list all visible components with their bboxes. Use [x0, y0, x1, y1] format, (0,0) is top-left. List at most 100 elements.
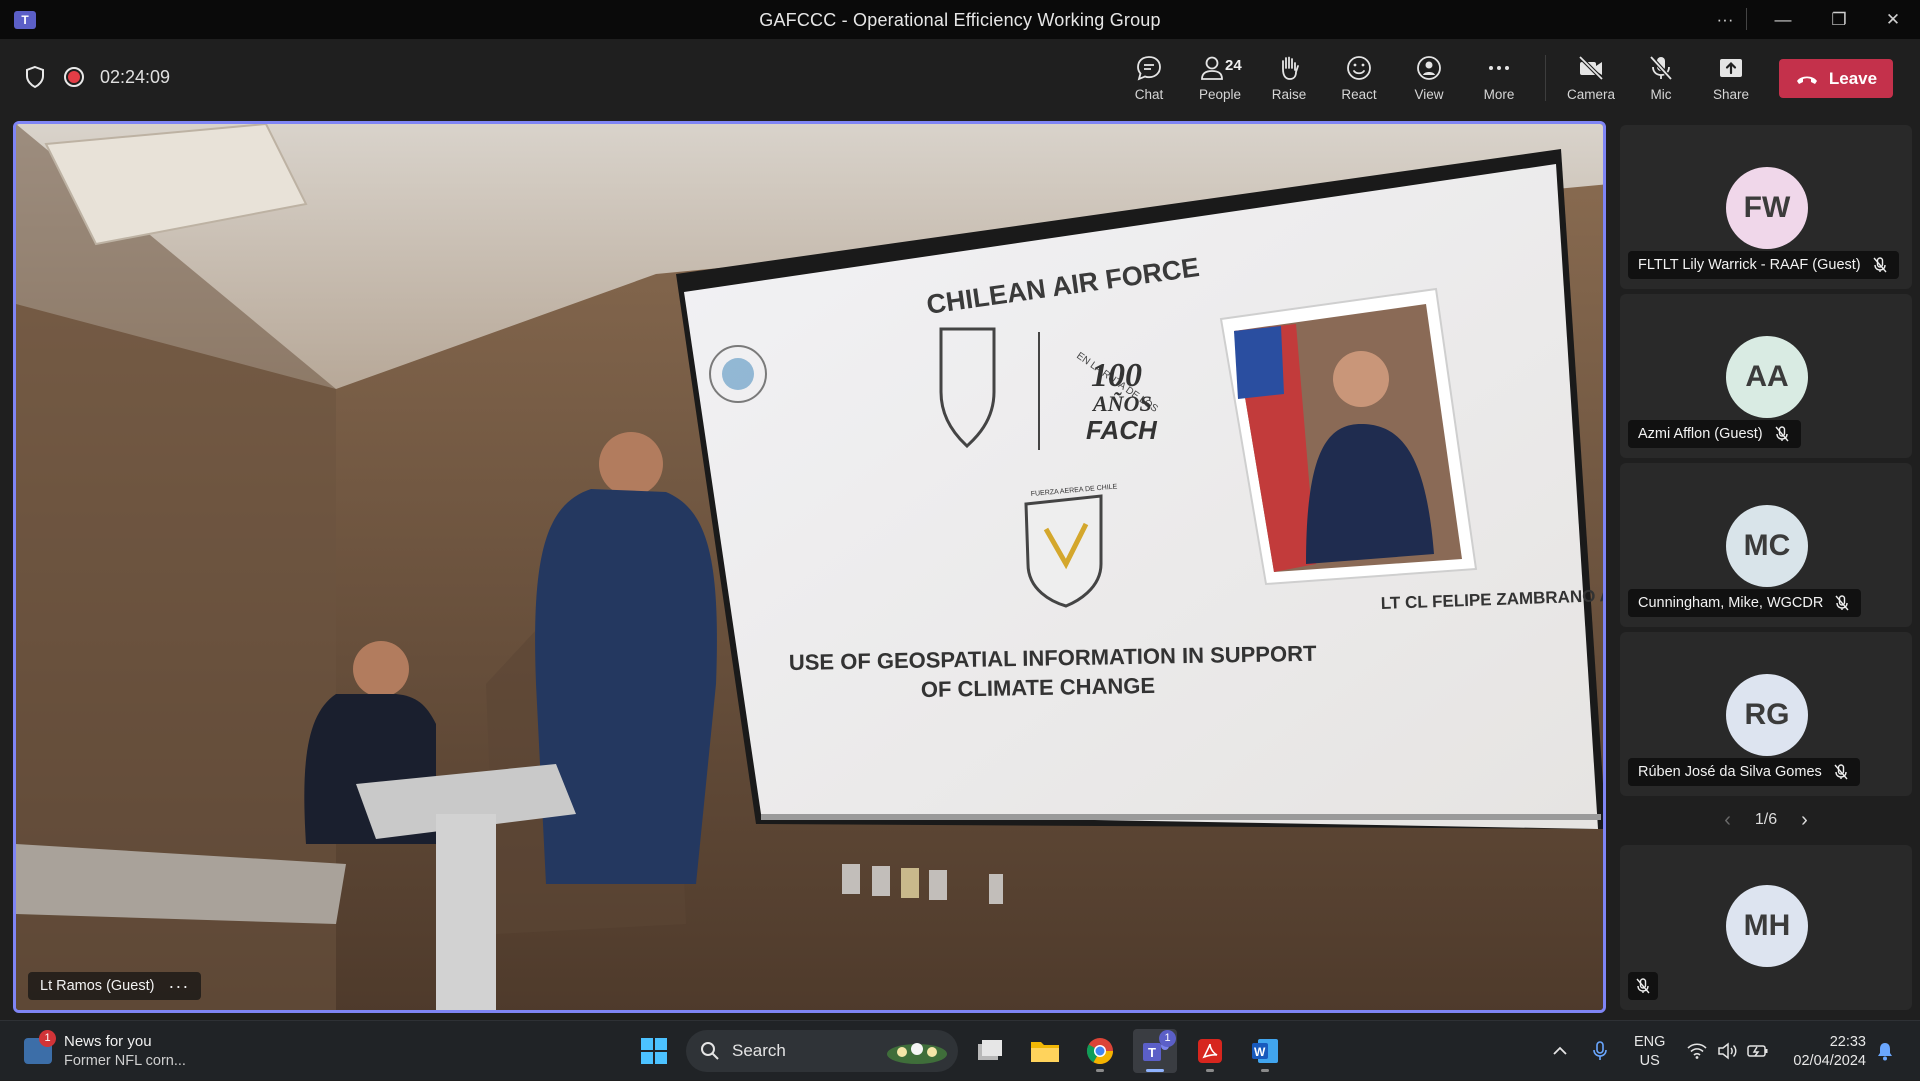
- taskbar-search[interactable]: Search: [686, 1030, 958, 1072]
- participant-tile[interactable]: FW FLTLT Lily Warrick - RAAF (Guest): [1620, 125, 1912, 289]
- main-video-stage[interactable]: CHILEAN AIR FORCE LT CL FELIPE ZAMBRANO …: [13, 121, 1606, 1013]
- view-button[interactable]: View: [1398, 53, 1460, 109]
- wifi-icon: [1687, 1043, 1707, 1059]
- file-explorer-button[interactable]: [1023, 1029, 1067, 1073]
- view-label: View: [1414, 87, 1444, 102]
- word-button[interactable]: W: [1243, 1029, 1287, 1073]
- teams-badge: 1: [1159, 1030, 1176, 1047]
- meeting-timer: 02:24:09: [100, 67, 171, 87]
- people-button[interactable]: 24 People: [1188, 53, 1252, 109]
- avatar: MC: [1726, 505, 1808, 587]
- clock-time: 22:33: [1829, 1034, 1866, 1050]
- shield-icon[interactable]: [24, 65, 46, 89]
- language-indicator[interactable]: ENG US: [1634, 1033, 1665, 1071]
- microphone-tray-button[interactable]: [1592, 1021, 1608, 1081]
- show-hidden-icons-button[interactable]: [1552, 1021, 1568, 1081]
- mic-off-icon: [1649, 55, 1673, 81]
- leave-label: Leave: [1828, 68, 1878, 88]
- react-button[interactable]: React: [1328, 53, 1390, 109]
- people-label: People: [1198, 87, 1242, 102]
- participant-tile[interactable]: AA Azmi Afflon (Guest): [1620, 294, 1912, 458]
- word-icon: W: [1252, 1039, 1278, 1063]
- participant-tile[interactable]: MC Cunningham, Mike, WGCDR: [1620, 463, 1912, 627]
- windows-start-button[interactable]: [632, 1029, 676, 1073]
- previous-page-icon[interactable]: ‹: [1724, 809, 1731, 832]
- hang-up-icon: [1796, 76, 1817, 84]
- svg-text:W: W: [1254, 1045, 1266, 1059]
- page-indicator: 1/6: [1754, 811, 1778, 828]
- acrobat-icon: [1198, 1039, 1222, 1063]
- react-label: React: [1341, 87, 1377, 102]
- participant-tile[interactable]: MH: [1620, 845, 1912, 1010]
- presenter-figure: [535, 489, 717, 884]
- speaker-options-icon[interactable]: ···: [168, 976, 189, 997]
- news-subtitle: Former NFL corn...: [64, 1053, 186, 1069]
- restore-button[interactable]: ❐: [1816, 0, 1862, 39]
- mic-off-icon: [1775, 426, 1789, 442]
- news-widget[interactable]: 1 News for you Former NFL corn...: [24, 1030, 186, 1069]
- participant-name-tag: FLTLT Lily Warrick - RAAF (Guest): [1628, 251, 1899, 279]
- chat-button[interactable]: Chat: [1118, 53, 1180, 109]
- clock-date: 02/04/2024: [1793, 1053, 1866, 1069]
- svg-text:T: T: [1148, 1045, 1156, 1060]
- microphone-icon: [1593, 1041, 1607, 1060]
- people-icon: [1201, 56, 1223, 80]
- camera-button[interactable]: Camera: [1560, 53, 1622, 109]
- participant-name: Rúben José da Silva Gomes: [1638, 764, 1822, 780]
- anniversary-number: 100: [1091, 357, 1142, 394]
- people-count: 24: [1225, 57, 1242, 74]
- share-label: Share: [1712, 87, 1750, 102]
- avatar: AA: [1726, 336, 1808, 418]
- more-icon: [1489, 66, 1509, 70]
- minimize-button[interactable]: —: [1760, 0, 1806, 39]
- chrome-button[interactable]: [1078, 1029, 1122, 1073]
- leave-button[interactable]: Leave: [1779, 59, 1893, 98]
- camera-label: Camera: [1566, 87, 1615, 102]
- task-view-icon: [978, 1040, 1002, 1060]
- participant-name: Cunningham, Mike, WGCDR: [1638, 595, 1824, 611]
- close-button[interactable]: ✕: [1870, 0, 1916, 39]
- acrobat-button[interactable]: [1188, 1029, 1232, 1073]
- next-page-icon[interactable]: ›: [1801, 809, 1808, 832]
- folder-icon: [1031, 1042, 1059, 1062]
- news-title: News for you: [64, 1033, 152, 1050]
- slide-title-line2: OF CLIMATE CHANGE: [921, 673, 1156, 702]
- raise-label: Raise: [1271, 87, 1307, 102]
- chevron-up-icon: [1553, 1046, 1567, 1055]
- more-label: More: [1483, 87, 1515, 102]
- gallery-pager: ‹ 1/6 ›: [1620, 807, 1912, 833]
- raise-hand-button[interactable]: Raise: [1258, 53, 1320, 109]
- emoji-icon: [1347, 56, 1371, 80]
- mic-off-icon: [1636, 978, 1650, 994]
- teams-taskbar-button[interactable]: T 1: [1133, 1029, 1177, 1073]
- mic-button[interactable]: Mic: [1630, 53, 1692, 109]
- participant-name-tag: Rúben José da Silva Gomes: [1628, 758, 1860, 786]
- news-icon: 1: [24, 1030, 56, 1064]
- bell-icon: [1878, 1043, 1892, 1061]
- notifications-button[interactable]: [1876, 1021, 1894, 1081]
- chrome-indicator: [1096, 1069, 1104, 1072]
- quick-settings-button[interactable]: [1687, 1021, 1769, 1081]
- chat-icon: [1137, 56, 1161, 81]
- chat-label: Chat: [1134, 87, 1164, 102]
- mic-label: Mic: [1650, 87, 1672, 102]
- participant-name: Azmi Afflon (Guest): [1638, 426, 1763, 442]
- more-options-icon[interactable]: ···: [1702, 0, 1748, 39]
- share-icon: [1720, 59, 1742, 77]
- volume-icon: [1718, 1042, 1737, 1060]
- anniversary-fach: FACH: [1086, 415, 1158, 445]
- chrome-icon: [1086, 1038, 1114, 1065]
- language-code: ENG: [1634, 1034, 1666, 1050]
- task-view-button[interactable]: [968, 1029, 1012, 1073]
- more-button[interactable]: More: [1468, 53, 1530, 109]
- search-placeholder: Search: [732, 1041, 786, 1060]
- mic-off-icon: [1835, 595, 1849, 611]
- avatar: MH: [1726, 885, 1808, 967]
- participant-name-tag: Cunningham, Mike, WGCDR: [1628, 589, 1862, 617]
- speaker-name-tag: Lt Ramos (Guest) ···: [28, 972, 202, 1000]
- speaker-name: Lt Ramos (Guest): [40, 978, 155, 994]
- region-code: US: [1639, 1053, 1660, 1069]
- system-clock[interactable]: 22:33 02/04/2024: [1788, 1033, 1866, 1071]
- participant-tile[interactable]: RG Rúben José da Silva Gomes: [1620, 632, 1912, 796]
- share-button[interactable]: Share: [1700, 53, 1762, 109]
